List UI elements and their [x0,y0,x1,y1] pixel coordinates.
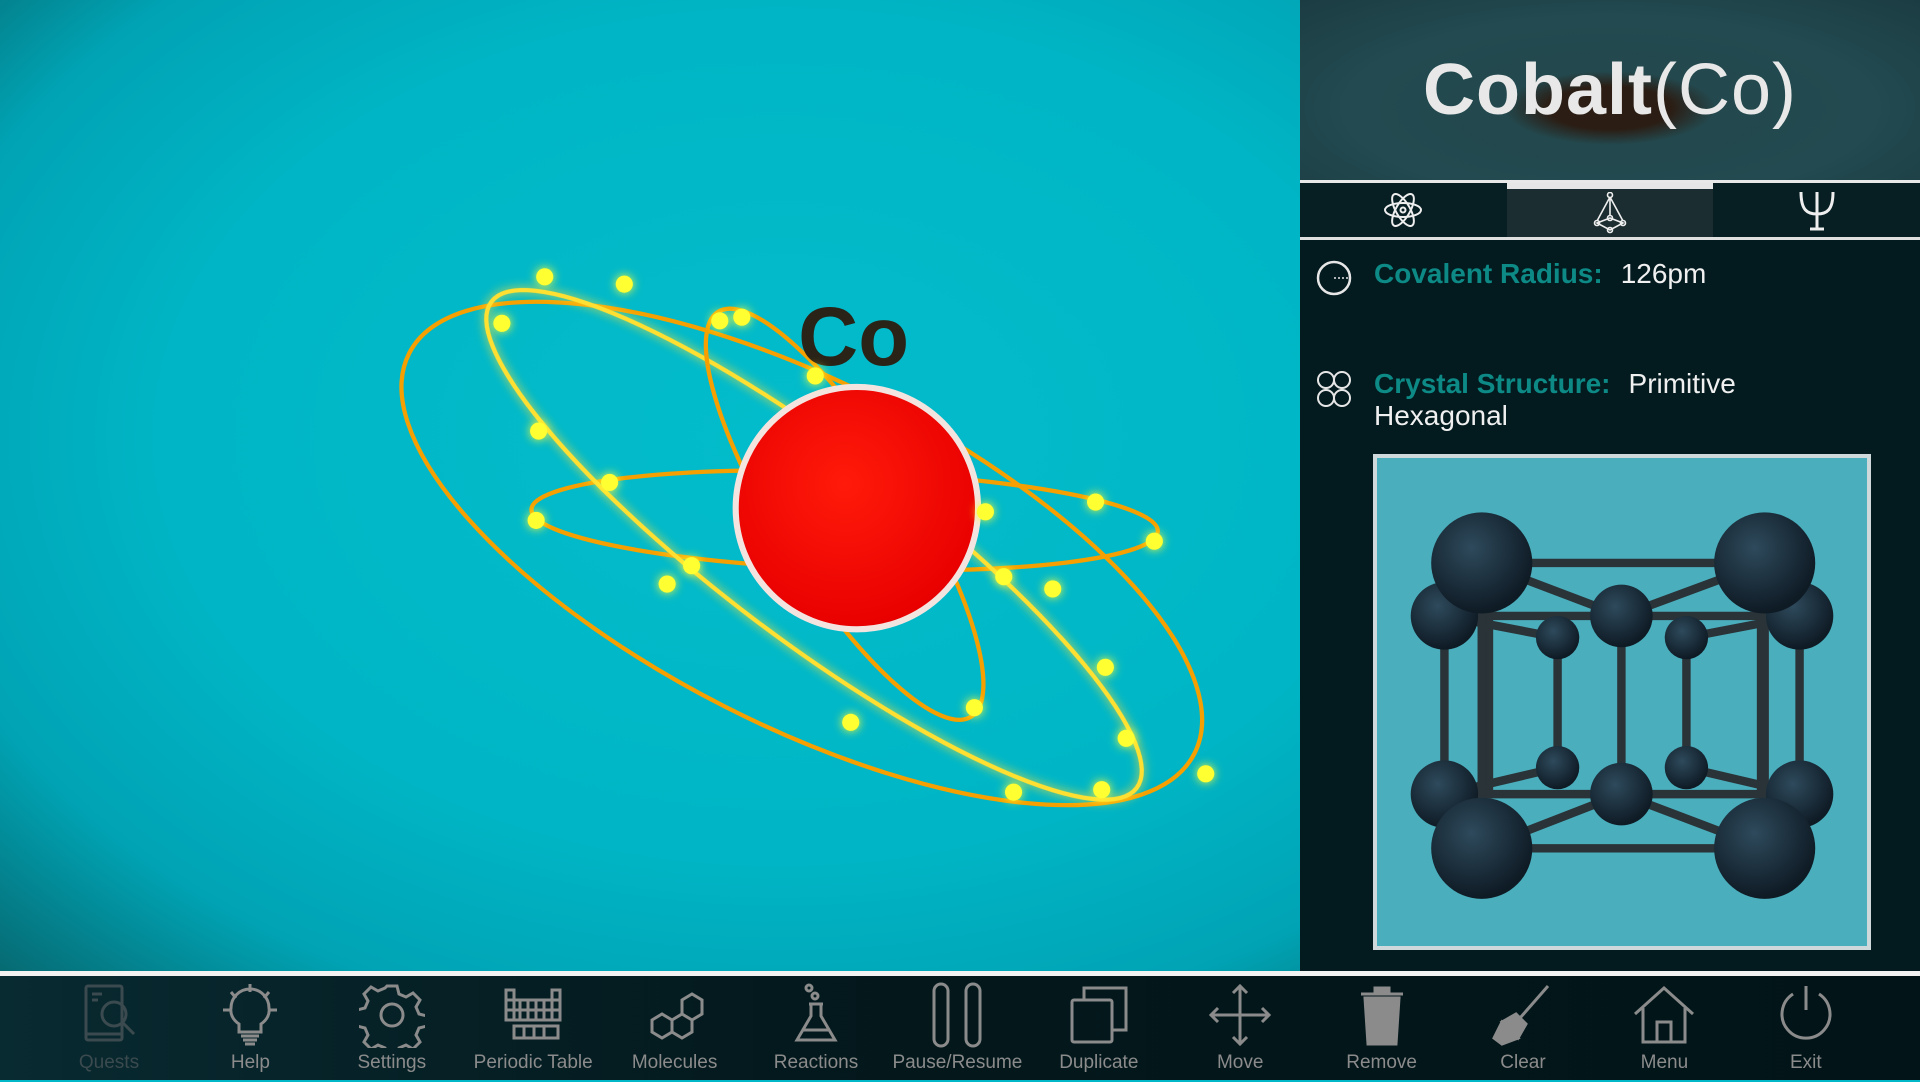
electron [711,312,729,330]
power-icon [1780,986,1832,1040]
atom-model[interactable]: Co [0,0,1300,971]
electron [995,568,1013,586]
toolbar-menu-button[interactable]: Menu [1594,982,1734,1082]
toolbar-settings-button[interactable]: Settings [322,982,462,1082]
atom-icon [1384,193,1423,227]
pause-icon [932,982,982,1048]
crystal-lattice-icon [1593,192,1627,234]
broom-icon [1492,985,1550,1046]
element-title-symbol: (Co) [1652,50,1797,130]
toolbar-move-button[interactable]: Move [1170,982,1310,1082]
electron [527,511,545,529]
lattice-atom [1714,797,1816,899]
toolbar-help-button[interactable]: Help [180,982,320,1082]
tab-quantum[interactable] [1713,183,1920,237]
electron [493,314,511,332]
toolbar-item-label: Pause/Resume [892,1052,1023,1073]
electron [1117,729,1135,747]
electron [1044,580,1062,598]
electron [658,575,676,593]
toolbar-item-label: Exit [1789,1052,1822,1073]
electron [1093,781,1111,799]
molecule-icon [650,992,704,1040]
crystal-structure-row: Crystal Structure: Primitive Hexagonal [1314,368,1904,432]
home-icon [1634,985,1695,1044]
info-tabs [1300,180,1920,240]
covalent-radius-row: Covalent Radius: 126pm [1314,258,1904,298]
lattice-atom [1431,797,1533,899]
periodic-table-icon [504,988,562,1040]
electron [733,308,751,326]
lattice-atom [1664,615,1709,660]
gear-icon [358,984,425,1048]
electron [683,557,701,575]
lattice-atom [1535,615,1580,660]
toolbar-duplicate-button[interactable]: Duplicate [1029,982,1169,1082]
atom-viewport[interactable]: Co [0,0,1300,971]
element-name: Cobalt [1423,50,1653,130]
tab-crystal[interactable] [1506,183,1714,237]
duplicate-icon [1070,986,1128,1044]
trash-icon [1360,986,1403,1046]
electron [1004,783,1023,801]
lightbulb-icon [223,984,278,1046]
electron [842,713,860,731]
toolbar-item-label: Molecules [631,1052,718,1073]
electron [1087,493,1105,511]
toolbar-periodic-table-button[interactable]: Periodic Table [463,982,603,1082]
flask-icon [794,983,838,1042]
electron [601,473,619,492]
covalent-radius-value: 126pm [1620,258,1707,289]
toolbar-item-label: Move [1216,1052,1264,1073]
bottom-toolbar: Quests Help Settings Periodic Table Molecule… [0,971,1920,1080]
toolbar-molecules-button[interactable]: Molecules [605,982,745,1082]
lattice-atom [1590,584,1653,648]
lattice-atom [1535,745,1580,790]
toolbar-item-label: Remove [1346,1052,1417,1073]
toolbar-item-label: Settings [357,1052,427,1073]
toolbar-remove-button[interactable]: Remove [1312,982,1452,1082]
electron [965,699,983,717]
element-info-panel: Cobalt(Co) Covalent Radius: 126pm Crysta… [1300,0,1920,971]
electron [1096,658,1114,676]
toolbar-item-label: Quests [78,1052,140,1073]
electron [530,422,548,440]
lattice-atom [1664,745,1709,790]
nucleus[interactable] [732,383,982,633]
quests-book-search-icon [84,984,136,1042]
toolbar-pause-resume-button[interactable]: Pause/Resume [887,982,1027,1082]
electron [806,367,824,385]
toolbar-item-label: Menu [1640,1052,1689,1073]
toolbar-exit-button[interactable]: Exit [1736,982,1876,1082]
psi-icon [1799,191,1835,231]
element-title: Cobalt(Co) [1423,49,1797,131]
radius-circle-icon [1316,260,1352,296]
toolbar-item-label: Clear [1500,1052,1546,1073]
tab-atom[interactable] [1300,183,1507,237]
toolbar-reactions-button[interactable]: Reactions [746,982,886,1082]
move-arrows-icon [1209,983,1272,1047]
lattice-atom [1431,512,1533,614]
toolbar-item-label: Help [230,1052,270,1073]
electron [1197,765,1215,783]
crystal-structure-value: Primitive [1628,368,1736,399]
crystal-structure-label: Crystal Structure: [1374,368,1611,399]
toolbar-item-label: Reactions [773,1052,859,1073]
lattice-atom [1590,762,1653,826]
crystal-structure-image [1373,454,1871,950]
crystal-structure-icon [1317,371,1351,407]
electron [976,503,994,521]
toolbar-item-label: Duplicate [1059,1052,1139,1073]
covalent-radius-label: Covalent Radius: [1374,258,1603,289]
electron [536,268,554,286]
toolbar-quests-button[interactable]: Quests [39,982,179,1082]
crystal-structure-value-line2: Hexagonal [1374,400,1508,431]
element-header: Cobalt(Co) [1300,0,1920,180]
electron [1145,532,1163,550]
electron [615,275,633,293]
toolbar-item-label: Periodic Table [473,1052,593,1073]
toolbar-clear-button[interactable]: Clear [1453,982,1593,1082]
lattice-atom [1714,512,1816,614]
